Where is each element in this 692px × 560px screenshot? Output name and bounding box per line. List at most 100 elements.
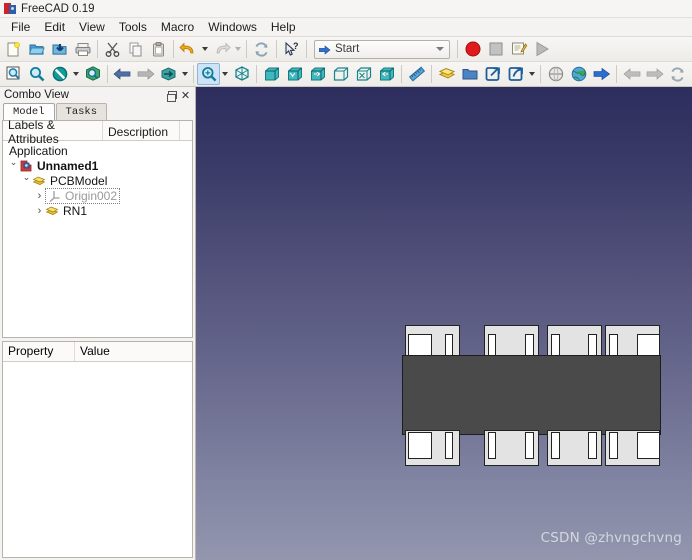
chevron-down-icon[interactable] [8, 160, 19, 171]
link-button[interactable] [481, 63, 504, 85]
redo-button[interactable] [210, 38, 233, 60]
tree-item-label: RN1 [63, 203, 88, 218]
tree-item-label: PCBModel [50, 173, 108, 188]
view-rear-button[interactable] [329, 63, 352, 85]
document-icon [19, 159, 33, 173]
tree-item-application[interactable]: Application [3, 143, 192, 158]
workbench-selected-label: Start [335, 43, 360, 55]
web-button[interactable] [567, 63, 590, 85]
workbench-selector[interactable]: Start [314, 39, 450, 59]
refresh-button[interactable] [250, 38, 273, 60]
menu-windows[interactable]: Windows [201, 18, 264, 36]
save-document-button[interactable] [48, 38, 71, 60]
property-column-value[interactable]: Value [75, 342, 192, 361]
part-icon [32, 174, 46, 188]
combo-view-panel: Combo View ✕ Model Tasks Labels & Attrib… [0, 87, 196, 560]
toolbar-file: ? Start [0, 37, 692, 62]
fit-all-button[interactable] [2, 63, 25, 85]
close-icon[interactable]: ✕ [179, 89, 192, 102]
tree-item-origin002[interactable]: Origin002 [3, 187, 192, 204]
3d-viewport[interactable]: CSDN @zhvngchvng [196, 87, 692, 560]
view-back-button[interactable] [111, 63, 134, 85]
redo-dropdown-button[interactable] [233, 38, 243, 60]
draw-style-dropdown-button[interactable] [71, 63, 81, 85]
tree-column-description[interactable]: Description [103, 121, 180, 140]
undo-button[interactable] [177, 38, 200, 60]
draw-style-button[interactable] [48, 63, 71, 85]
create-part-button[interactable] [435, 63, 458, 85]
pin-bottom-4[interactable] [605, 430, 660, 466]
link-actions-button[interactable] [504, 63, 527, 85]
undo-dropdown-button[interactable] [200, 38, 210, 60]
chevron-right-icon[interactable] [34, 205, 45, 217]
chevron-down-icon[interactable] [21, 175, 32, 186]
tree-item-rn1[interactable]: RN1 [3, 203, 192, 218]
tree-item-unnamed1[interactable]: Unnamed1 [3, 158, 192, 173]
tree-item-label: Application [9, 143, 68, 158]
freecad-logo-icon [4, 2, 16, 15]
svg-text:?: ? [293, 41, 299, 51]
pin-bottom-1[interactable] [405, 430, 460, 466]
menu-macro[interactable]: Macro [154, 18, 201, 36]
new-document-button[interactable] [2, 38, 25, 60]
macro-edit-button[interactable] [507, 38, 530, 60]
view-axonometric-button[interactable] [230, 63, 253, 85]
menu-edit[interactable]: Edit [37, 18, 72, 36]
tree-item-label: Unnamed1 [37, 158, 99, 173]
combo-view-titlebar: Combo View ✕ [0, 87, 195, 103]
tree-item-selection-outline: Origin002 [45, 187, 121, 204]
view-right-button[interactable] [306, 63, 329, 85]
copy-button[interactable] [124, 38, 147, 60]
tree-column-labels[interactable]: Labels & Attributes [3, 118, 103, 146]
component-body[interactable] [402, 355, 661, 435]
view-isometric-dropdown-button[interactable] [180, 63, 190, 85]
paste-button[interactable] [147, 38, 170, 60]
web-back-button[interactable] [620, 63, 643, 85]
pcb-component-rn1[interactable] [399, 325, 664, 466]
title-bar: FreeCAD 0.19 [0, 0, 692, 18]
print-document-button[interactable] [71, 38, 94, 60]
watermark-text: CSDN @zhvngchvng [540, 530, 682, 546]
menu-bar: File Edit View Tools Macro Windows Help [0, 18, 692, 37]
undock-icon[interactable] [166, 89, 179, 102]
menu-tools[interactable]: Tools [112, 18, 154, 36]
std-view-button[interactable] [81, 63, 104, 85]
cut-button[interactable] [101, 38, 124, 60]
property-column-property[interactable]: Property [3, 342, 75, 361]
origin-axis-icon [47, 189, 61, 203]
view-top-button[interactable] [283, 63, 306, 85]
pin-bottom-2[interactable] [484, 430, 539, 466]
pin-bottom-3[interactable] [547, 430, 602, 466]
toolbar-view [0, 62, 692, 87]
fit-selection-button[interactable] [25, 63, 48, 85]
view-forward-button[interactable] [134, 63, 157, 85]
web-forward-button[interactable] [643, 63, 666, 85]
web-go-button[interactable] [590, 63, 613, 85]
menu-help[interactable]: Help [264, 18, 303, 36]
tree-body: Application Unnamed1 P [3, 141, 192, 337]
menu-file[interactable]: File [4, 18, 37, 36]
view-front-button[interactable] [260, 63, 283, 85]
create-group-button[interactable] [458, 63, 481, 85]
macro-execute-button[interactable] [530, 38, 553, 60]
menu-view[interactable]: View [72, 18, 112, 36]
chevron-right-icon[interactable] [34, 190, 45, 202]
macro-record-button[interactable] [461, 38, 484, 60]
view-isometric-button[interactable] [157, 63, 180, 85]
measure-button[interactable] [405, 63, 428, 85]
property-header: Property Value [3, 342, 192, 362]
macro-stop-button[interactable] [484, 38, 507, 60]
view-left-button[interactable] [375, 63, 398, 85]
chevron-down-icon [436, 47, 444, 51]
tree-header: Labels & Attributes Description [3, 118, 192, 146]
zoom-select-dropdown-button[interactable] [220, 63, 230, 85]
tree-item-pcbmodel[interactable]: PCBModel [3, 173, 192, 188]
zoom-select-button[interactable] [197, 63, 220, 85]
whats-this-button[interactable]: ? [280, 38, 303, 60]
web-refresh-button[interactable] [666, 63, 689, 85]
part-icon [45, 204, 59, 218]
navigation-button[interactable] [544, 63, 567, 85]
open-document-button[interactable] [25, 38, 48, 60]
link-actions-dropdown-button[interactable] [527, 63, 537, 85]
view-bottom-button[interactable] [352, 63, 375, 85]
